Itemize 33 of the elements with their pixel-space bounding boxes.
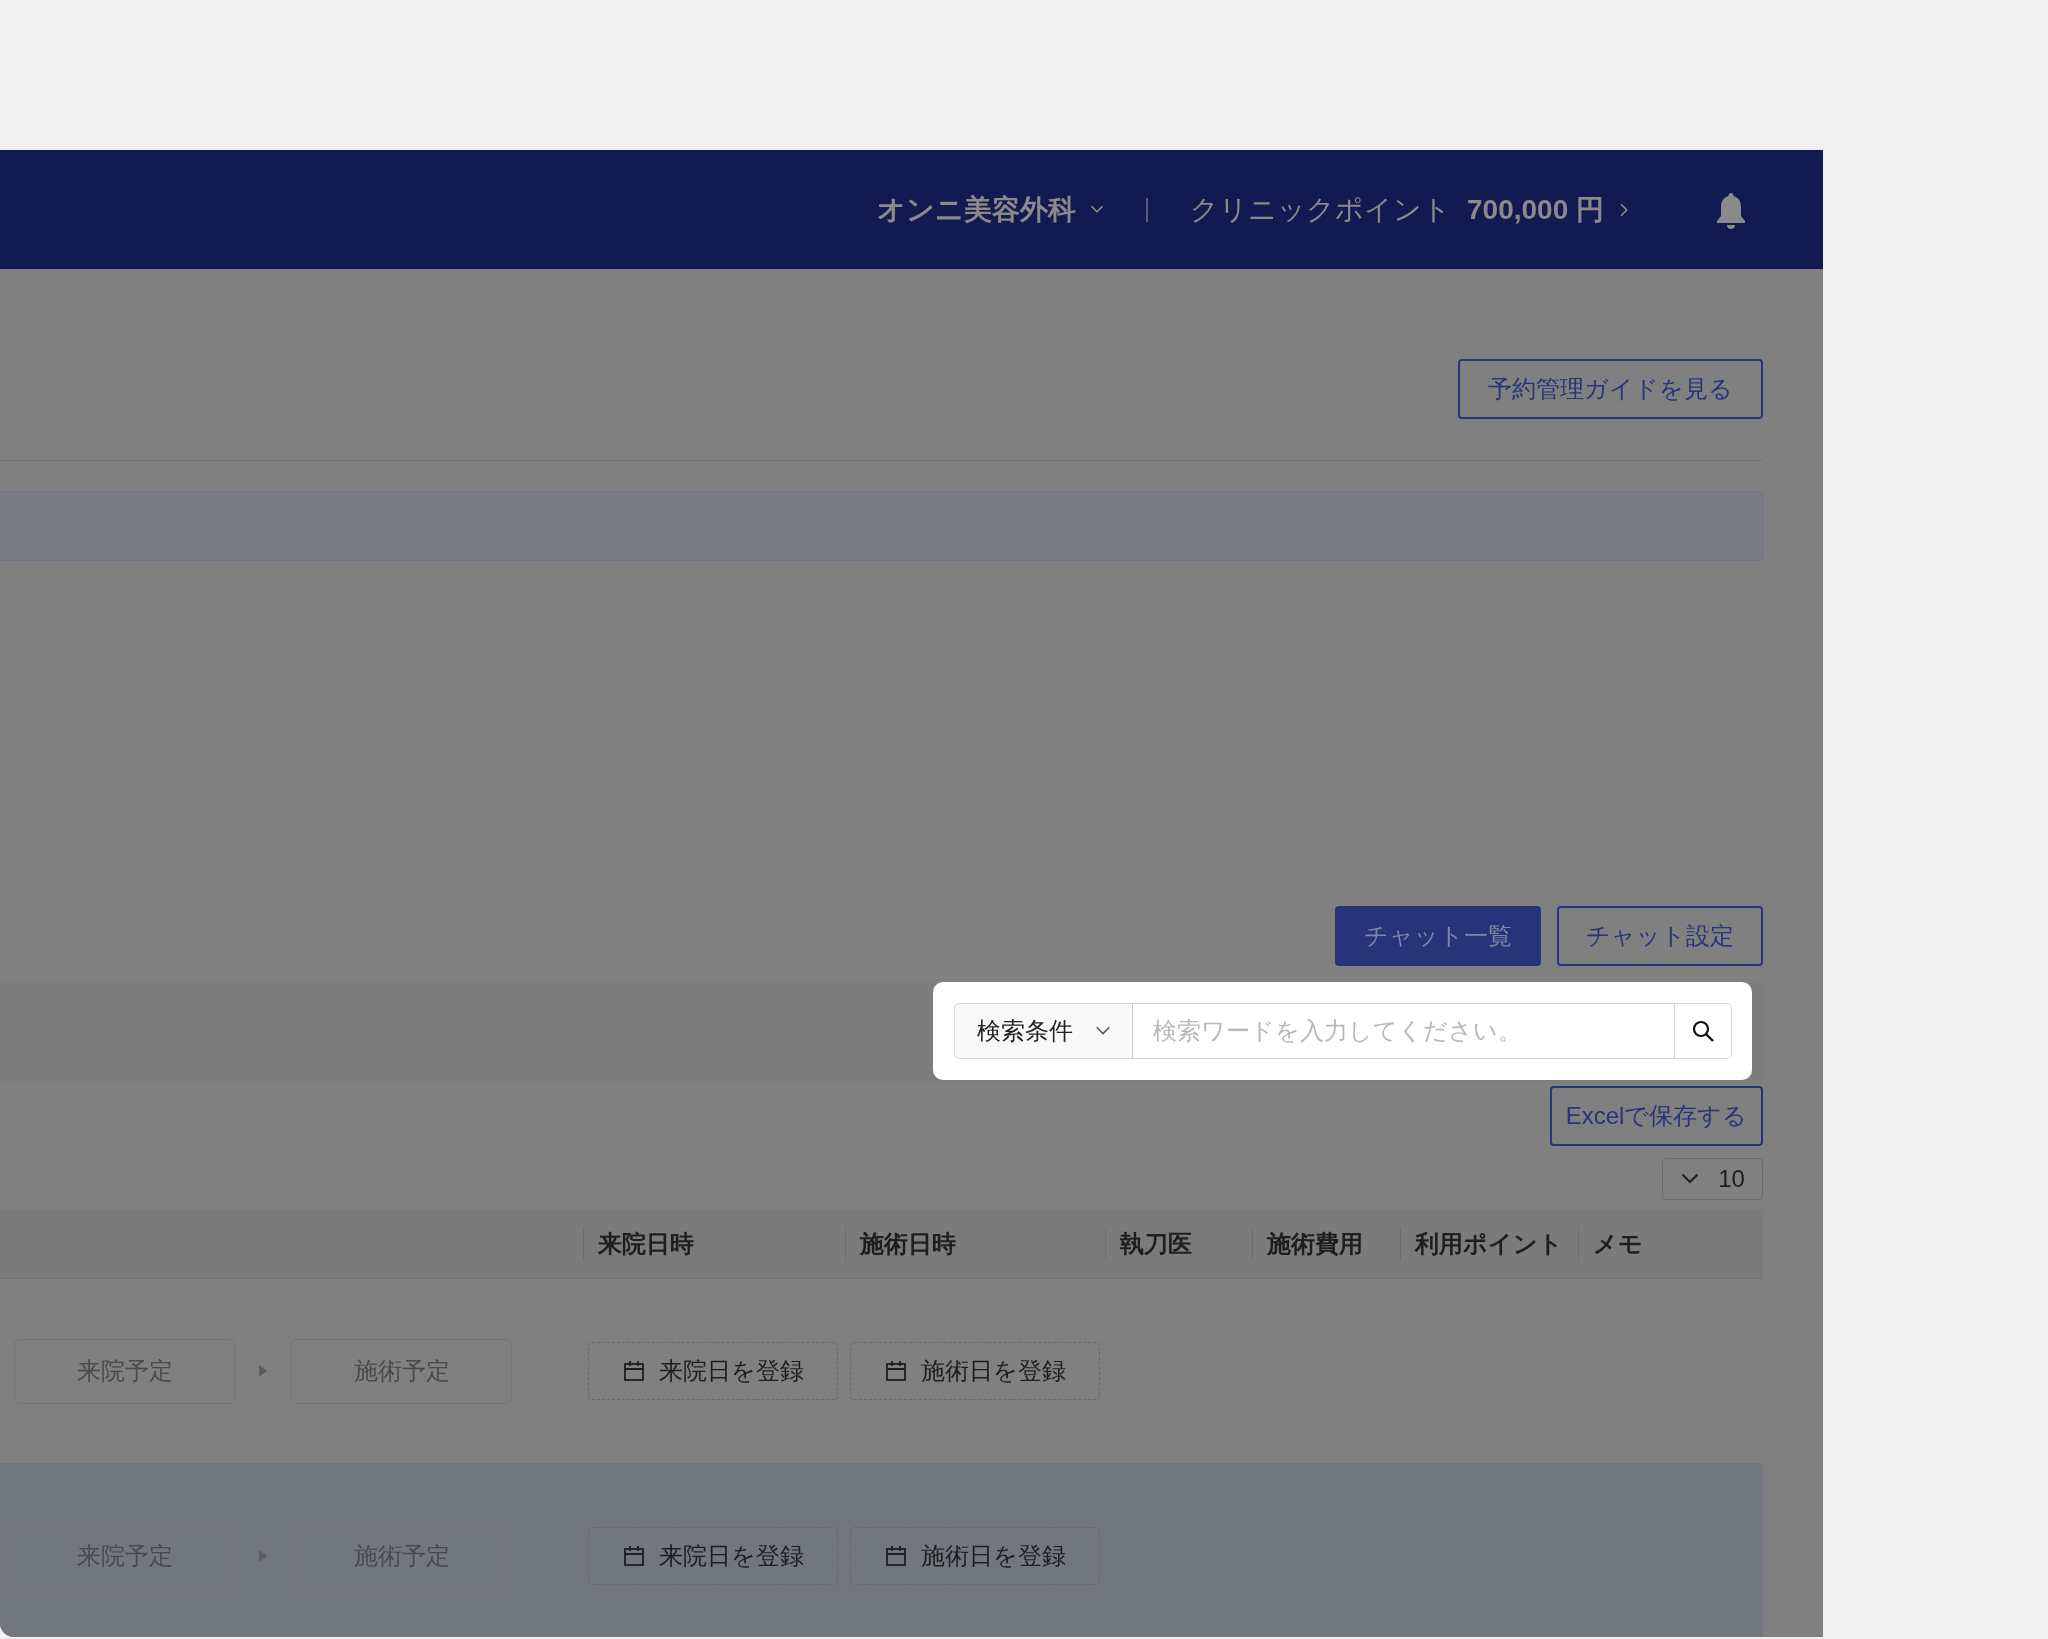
chevron-down-icon [1094,1026,1111,1036]
triangle-right-icon [258,1364,268,1378]
excel-save-button[interactable]: Excelで保存する [1550,1086,1763,1146]
bell-icon[interactable] [1715,190,1747,229]
chevron-down-icon [1680,1173,1701,1185]
register-treatment-date-button[interactable]: 施術日を登録 [850,1342,1100,1400]
points-value: 700,000 円 [1467,192,1604,227]
register-visit-date-button[interactable]: 来院日を登録 [588,1527,838,1585]
calendar-icon [884,1360,907,1382]
guide-button[interactable]: 予約管理ガイドを見る [1458,359,1763,419]
chat-button[interactable]: チャット一覧 [1335,906,1541,966]
calendar-icon [622,1545,645,1567]
column-header: 施術日時 [845,1227,1105,1261]
chevron-right-icon[interactable] [1620,202,1629,217]
column-header: 来院日時 [583,1227,845,1261]
search-input[interactable]: 検索ワードを入力してください。 [1131,1003,1675,1059]
column-header: メモ [1578,1227,1763,1261]
column-header: 執刀医 [1105,1227,1252,1261]
calendar-icon [884,1545,907,1567]
chat-button[interactable]: チャット設定 [1557,906,1763,966]
clinic-selector[interactable]: オンニ美容外科 [877,190,1104,229]
register-visit-date-button[interactable]: 来院日を登録 [588,1342,838,1400]
column-header: 利用ポイント [1400,1227,1578,1261]
search-condition-dropdown[interactable]: 検索条件 [953,1003,1132,1059]
chevron-down-icon [1090,205,1104,214]
calendar-icon [622,1360,645,1382]
register-treatment-date-button[interactable]: 施術日を登録 [850,1527,1100,1585]
search-button[interactable] [1674,1003,1732,1059]
column-header: 施術費用 [1252,1227,1400,1261]
page-size-dropdown[interactable]: 10 [1662,1158,1763,1200]
search-icon [1690,1019,1715,1043]
triangle-right-icon [258,1549,268,1563]
points-label: クリニックポイント [1190,192,1451,227]
